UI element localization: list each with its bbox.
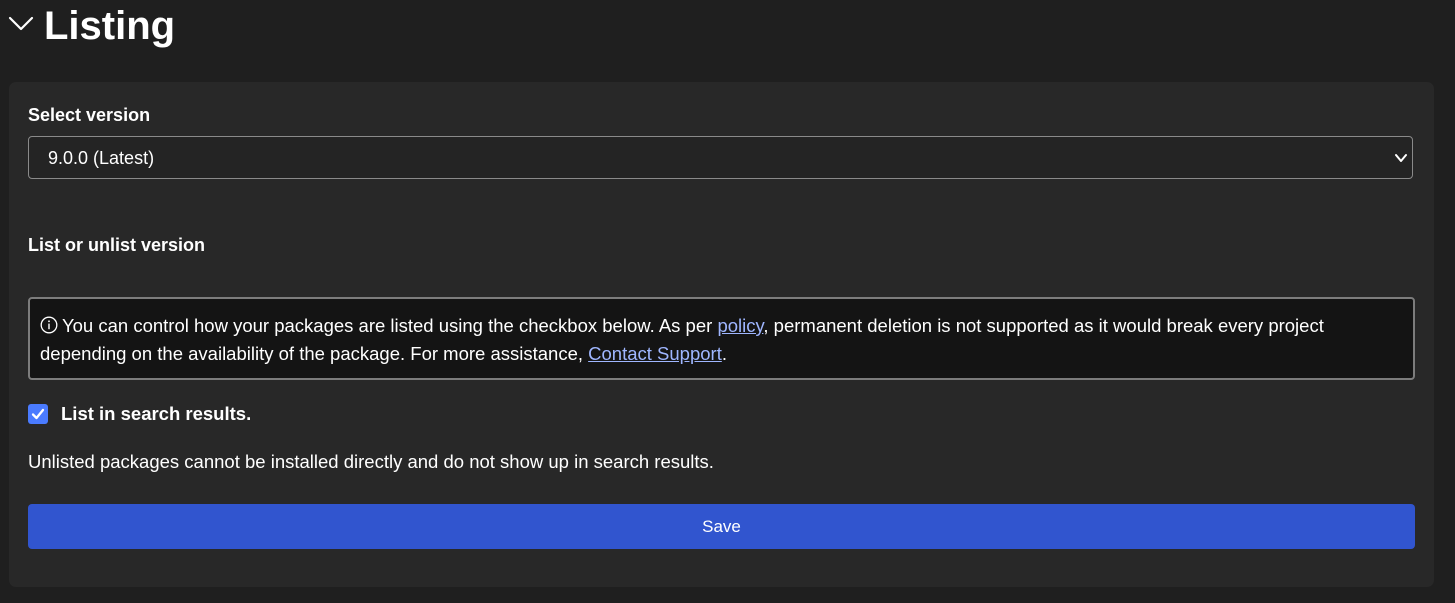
unlisted-help-text: Unlisted packages cannot be installed di… [28, 451, 714, 472]
chevron-down-icon [1394, 151, 1408, 165]
listing-notice: You can control how your packages are li… [28, 297, 1415, 380]
version-select[interactable]: 9.0.0 (Latest) [28, 136, 1413, 179]
notice-text-end: . [721, 343, 727, 364]
save-button[interactable]: Save [28, 504, 1415, 549]
contact-support-link[interactable]: Contact Support [588, 343, 722, 364]
list-in-search-checkbox[interactable] [28, 404, 48, 424]
version-select-value: 9.0.0 (Latest) [48, 148, 155, 168]
listing-panel: Select version 9.0.0 (Latest) List or un… [9, 82, 1434, 587]
policy-link[interactable]: policy [717, 315, 763, 336]
list-unlist-heading: List or unlist version [28, 235, 206, 255]
select-version-label: Select version [28, 105, 151, 125]
section-title: Listing [44, 4, 176, 48]
chevron-down-icon[interactable] [8, 14, 34, 34]
info-icon [40, 314, 58, 334]
notice-text: You can control how your packages are li… [40, 312, 1400, 368]
checkmark-icon [31, 408, 45, 420]
list-in-search-label[interactable]: List in search results. [61, 403, 251, 425]
notice-text-start: You can control how your packages are li… [62, 315, 718, 336]
